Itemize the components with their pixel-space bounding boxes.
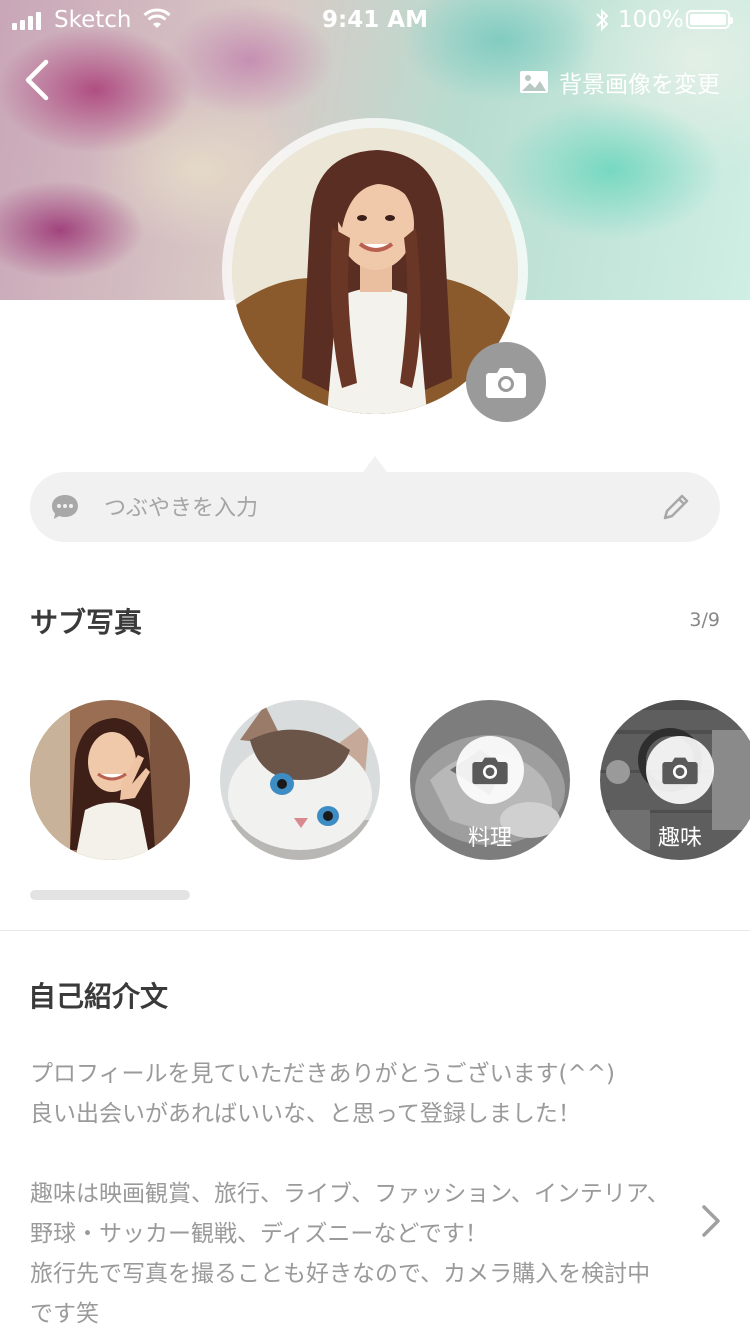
status-bar: Sketch 9:41 AM 100%	[0, 0, 750, 40]
sub-photo-hobby[interactable]: 趣味	[600, 700, 750, 860]
pencil-icon[interactable]	[660, 491, 692, 523]
bluetooth-icon	[596, 8, 609, 32]
change-background-button[interactable]: 背景画像を変更	[519, 64, 720, 100]
camera-icon	[486, 368, 526, 398]
sub-photo-2[interactable]	[220, 700, 380, 860]
intro-line	[30, 1134, 690, 1174]
sub-photo-label: 料理	[467, 826, 512, 851]
woman-photo	[30, 700, 190, 860]
sub-photo-label: 趣味	[657, 826, 702, 851]
battery-percent: 100%	[618, 7, 684, 33]
sub-photos-count: 3/9	[689, 609, 720, 631]
back-button[interactable]	[22, 58, 52, 102]
intro-title: 自己紹介文	[28, 980, 169, 1013]
horizontal-scrollbar[interactable]	[30, 890, 190, 900]
intro-line: 良い出会いがあればいいな、と思って登録しました！	[30, 1101, 581, 1127]
add-photo-button[interactable]	[646, 736, 714, 804]
section-divider	[0, 930, 750, 931]
tweet-input[interactable]	[102, 484, 646, 532]
add-photo-button[interactable]	[456, 736, 524, 804]
camera-icon	[472, 757, 508, 785]
intro-text[interactable]: プロフィールを見ていただきありがとうございます(^^) 良い出会いがあればいいな…	[30, 1054, 690, 1334]
chevron-right-icon[interactable]	[700, 1204, 722, 1238]
back-chevron-icon	[25, 59, 49, 101]
avatar-camera-button[interactable]	[466, 342, 546, 422]
tweet-input-container[interactable]	[30, 456, 720, 542]
cat-photo	[220, 700, 380, 860]
intro-line: 野球・サッカー観戦、ディズニーなどです！	[30, 1221, 488, 1247]
intro-line: 趣味は映画観賞、旅行、ライブ、ファッション、インテリア、	[30, 1181, 670, 1207]
intro-line: 旅行先で写真を撮ることも好きなので、カメラ購入を検討中	[30, 1261, 651, 1287]
sub-photo-1[interactable]	[30, 700, 190, 860]
sub-photos-title: サブ写真	[30, 606, 143, 639]
change-background-label: 背景画像を変更	[559, 72, 720, 98]
intro-line: です笑	[30, 1301, 99, 1327]
intro-line: プロフィールを見ていただきありがとうございます(^^)	[30, 1061, 616, 1087]
camera-icon	[662, 757, 698, 785]
image-icon	[520, 71, 548, 93]
speech-bubble-icon	[52, 495, 78, 519]
battery-icon	[686, 10, 733, 29]
sub-photo-cooking[interactable]: 料理	[410, 700, 570, 860]
